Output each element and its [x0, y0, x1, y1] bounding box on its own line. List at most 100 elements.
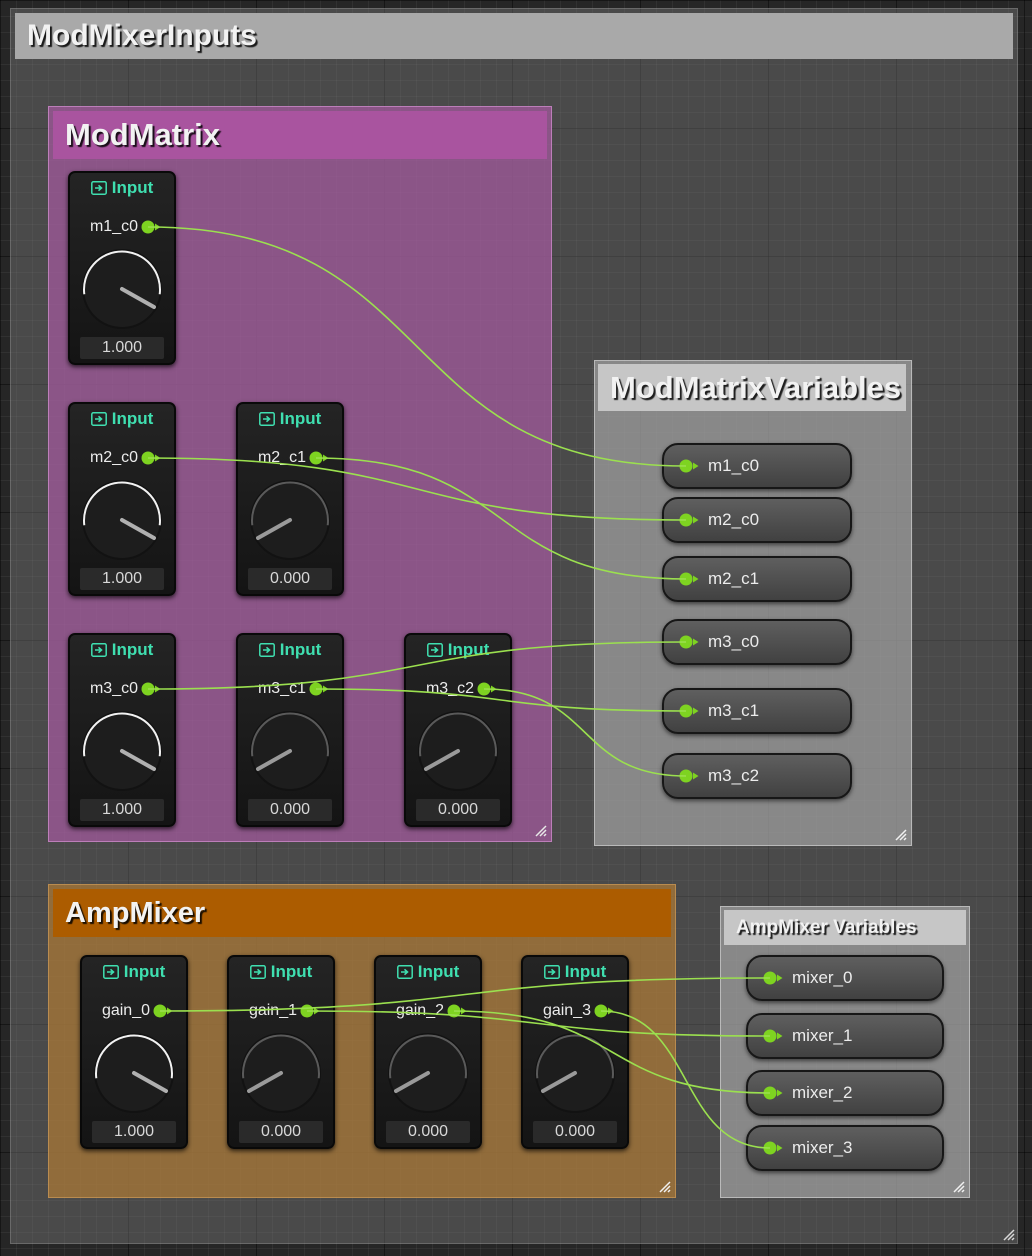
knob[interactable]	[80, 247, 164, 331]
output-pin-icon[interactable]	[308, 450, 330, 466]
output-pin-label: m2_c1	[257, 449, 306, 466]
output-pin-label: gain_0	[101, 1002, 150, 1019]
output-pin-icon[interactable]	[446, 1003, 468, 1019]
input-icon	[258, 412, 275, 426]
input-node-gain-3[interactable]: Input gain_3 0.000	[521, 955, 629, 1149]
output-pin-icon[interactable]	[299, 1003, 321, 1019]
value-field[interactable]: 0.000	[416, 799, 500, 821]
output-pin-row: m1_c0	[70, 213, 174, 241]
input-node-m3-c0[interactable]: Input m3_c0 1.000	[68, 633, 176, 827]
input-icon	[396, 965, 413, 979]
input-pin-icon[interactable]	[762, 1140, 784, 1156]
variable-node-mixer-0[interactable]: mixer_0	[746, 955, 944, 1001]
output-pin-icon[interactable]	[140, 219, 162, 235]
input-node-m1-c0[interactable]: Input m1_c0 1.000	[68, 171, 176, 365]
resize-grip-icon[interactable]	[657, 1179, 671, 1193]
comment-title-ampmixer[interactable]: AmpMixer	[53, 889, 671, 937]
graph-canvas[interactable]: ModMixerInputs ModMatrix ModMatrixVariab…	[0, 0, 1032, 1256]
knob[interactable]	[386, 1031, 470, 1115]
variable-node-mixer-3[interactable]: mixer_3	[746, 1125, 944, 1171]
output-pin-icon[interactable]	[140, 450, 162, 466]
node-title: Input	[270, 962, 313, 981]
variable-node-m2-c0[interactable]: m2_c0	[662, 497, 852, 543]
input-node-gain-0[interactable]: Input gain_0 1.000	[80, 955, 188, 1149]
comment-title-modmatrix[interactable]: ModMatrix	[53, 111, 547, 159]
output-pin-row: m2_c1	[238, 444, 342, 472]
knob[interactable]	[80, 478, 164, 562]
input-node-m2-c1[interactable]: Input m2_c1 0.000	[236, 402, 344, 596]
input-node-m3-c2[interactable]: Input m3_c2 0.000	[404, 633, 512, 827]
input-icon	[90, 643, 107, 657]
input-pin-icon[interactable]	[678, 458, 700, 474]
knob[interactable]	[80, 709, 164, 793]
value-field[interactable]: 0.000	[239, 1121, 323, 1143]
node-header[interactable]: Input	[523, 957, 627, 987]
variable-node-m3-c0[interactable]: m3_c0	[662, 619, 852, 665]
variable-node-m1-c0[interactable]: m1_c0	[662, 443, 852, 489]
output-pin-icon[interactable]	[140, 681, 162, 697]
variable-node-mixer-1[interactable]: mixer_1	[746, 1013, 944, 1059]
value-field[interactable]: 0.000	[248, 799, 332, 821]
input-icon	[90, 412, 107, 426]
value-field[interactable]: 1.000	[80, 337, 164, 359]
input-node-m3-c1[interactable]: Input m3_c1 0.000	[236, 633, 344, 827]
input-icon	[249, 965, 266, 979]
output-pin-row: gain_1	[229, 997, 333, 1025]
input-pin-icon[interactable]	[762, 1085, 784, 1101]
output-pin-icon[interactable]	[152, 1003, 174, 1019]
value-field[interactable]: 1.000	[80, 568, 164, 590]
variable-node-m3-c2[interactable]: m3_c2	[662, 753, 852, 799]
comment-title-modmatrix-variables[interactable]: ModMatrixVariables	[598, 364, 906, 411]
knob[interactable]	[92, 1031, 176, 1115]
input-icon	[258, 643, 275, 657]
input-pin-icon[interactable]	[678, 512, 700, 528]
node-header[interactable]: Input	[70, 635, 174, 665]
resize-grip-icon[interactable]	[951, 1179, 965, 1193]
node-header[interactable]: Input	[70, 404, 174, 434]
node-header[interactable]: Input	[238, 404, 342, 434]
variable-node-m2-c1[interactable]: m2_c1	[662, 556, 852, 602]
output-pin-label: m3_c0	[89, 680, 138, 697]
resize-grip-icon[interactable]	[1001, 1227, 1015, 1241]
variable-label: m3_c0	[708, 632, 760, 651]
resize-grip-icon[interactable]	[533, 823, 547, 837]
value-field[interactable]: 0.000	[248, 568, 332, 590]
input-node-gain-1[interactable]: Input gain_1 0.000	[227, 955, 335, 1149]
variable-label: mixer_2	[792, 1083, 853, 1102]
output-pin-label: m3_c2	[425, 680, 474, 697]
knob[interactable]	[248, 709, 332, 793]
value-field[interactable]: 0.000	[386, 1121, 470, 1143]
input-pin-icon[interactable]	[762, 1028, 784, 1044]
node-header[interactable]: Input	[70, 173, 174, 203]
knob[interactable]	[533, 1031, 617, 1115]
input-node-m2-c0[interactable]: Input m2_c0 1.000	[68, 402, 176, 596]
comment-title-modmixerinputs[interactable]: ModMixerInputs	[15, 13, 1013, 59]
node-title: Input	[123, 962, 166, 981]
resize-grip-icon[interactable]	[893, 827, 907, 841]
input-icon	[102, 965, 119, 979]
input-node-gain-2[interactable]: Input gain_2 0.000	[374, 955, 482, 1149]
node-header[interactable]: Input	[238, 635, 342, 665]
value-field[interactable]: 1.000	[80, 799, 164, 821]
input-pin-icon[interactable]	[678, 571, 700, 587]
variable-label: m3_c1	[708, 701, 760, 720]
input-pin-icon[interactable]	[678, 634, 700, 650]
node-header[interactable]: Input	[229, 957, 333, 987]
knob[interactable]	[239, 1031, 323, 1115]
value-field[interactable]: 0.000	[533, 1121, 617, 1143]
variable-node-m3-c1[interactable]: m3_c1	[662, 688, 852, 734]
output-pin-icon[interactable]	[593, 1003, 615, 1019]
node-header[interactable]: Input	[376, 957, 480, 987]
knob[interactable]	[416, 709, 500, 793]
input-pin-icon[interactable]	[678, 768, 700, 784]
variable-node-mixer-2[interactable]: mixer_2	[746, 1070, 944, 1116]
comment-title-ampmixer-variables[interactable]: AmpMixer Variables	[724, 910, 966, 945]
input-pin-icon[interactable]	[762, 970, 784, 986]
output-pin-icon[interactable]	[308, 681, 330, 697]
node-header[interactable]: Input	[82, 957, 186, 987]
output-pin-icon[interactable]	[476, 681, 498, 697]
input-pin-icon[interactable]	[678, 703, 700, 719]
value-field[interactable]: 1.000	[92, 1121, 176, 1143]
knob[interactable]	[248, 478, 332, 562]
node-header[interactable]: Input	[406, 635, 510, 665]
